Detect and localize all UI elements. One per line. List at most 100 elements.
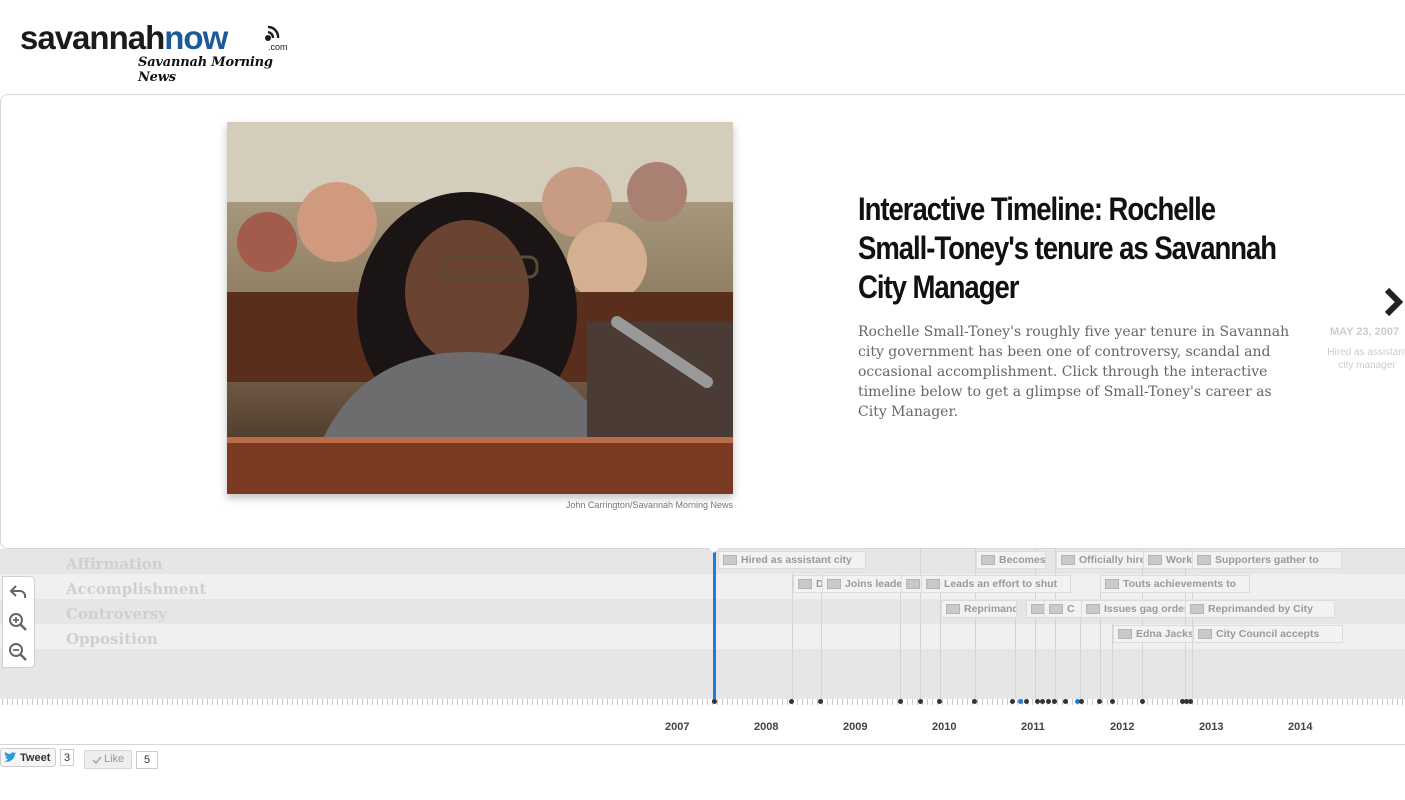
axis-tick bbox=[1167, 699, 1168, 705]
timeline-flag[interactable]: Joins leader bbox=[822, 575, 902, 593]
chevron-right-icon[interactable] bbox=[1384, 286, 1405, 318]
axis-tick bbox=[1352, 699, 1353, 705]
event-dot[interactable] bbox=[1046, 699, 1051, 704]
zoom-in-icon[interactable] bbox=[8, 612, 28, 632]
axis-tick bbox=[997, 699, 998, 705]
event-dot[interactable] bbox=[1110, 699, 1115, 704]
year-label-2011[interactable]: 2011 bbox=[1021, 721, 1045, 733]
like-button[interactable]: Like bbox=[84, 750, 132, 769]
zoom-out-icon[interactable] bbox=[8, 642, 28, 662]
timeline-flag[interactable]: Touts achievements to bbox=[1100, 575, 1250, 593]
event-dot[interactable] bbox=[1040, 699, 1045, 704]
axis-tick bbox=[757, 699, 758, 705]
axis-tick bbox=[92, 699, 93, 705]
timeline-flag[interactable]: C bbox=[1044, 600, 1084, 618]
timeline-flag[interactable]: Hired as assistant city bbox=[718, 551, 866, 569]
event-line bbox=[1185, 549, 1186, 699]
timeline-flag[interactable]: Issues gag order bbox=[1081, 600, 1187, 618]
timeline-flag[interactable]: City Council accepts bbox=[1193, 625, 1343, 643]
event-dot[interactable] bbox=[972, 699, 977, 704]
axis-tick bbox=[112, 699, 113, 705]
axis-tick bbox=[617, 699, 618, 705]
slide-description: Rochelle Small-Toney's roughly five year… bbox=[858, 324, 1290, 420]
timeline-flag[interactable]: Leads an effort to shut bbox=[921, 575, 1071, 593]
timeline-flag[interactable]: Work bbox=[1143, 551, 1193, 569]
event-dot[interactable] bbox=[712, 699, 717, 704]
event-dot[interactable] bbox=[937, 699, 942, 704]
event-dot[interactable] bbox=[1052, 699, 1057, 704]
next-slide-text[interactable]: Hired as assistant city manager bbox=[1322, 346, 1405, 372]
axis-tick bbox=[867, 699, 868, 705]
axis-tick bbox=[1372, 699, 1373, 705]
axis-tick bbox=[377, 699, 378, 705]
axis-tick bbox=[322, 699, 323, 705]
timeline-flag[interactable]: D bbox=[793, 575, 823, 593]
axis-tick bbox=[1032, 699, 1033, 705]
year-label-2009[interactable]: 2009 bbox=[843, 721, 867, 733]
axis-tick bbox=[812, 699, 813, 705]
tweet-button[interactable]: Tweet bbox=[0, 748, 56, 767]
year-label-2014[interactable]: 2014 bbox=[1288, 721, 1312, 733]
event-dot[interactable] bbox=[1079, 699, 1084, 704]
axis-tick bbox=[17, 699, 18, 705]
timeline-bands[interactable]: Affirmation Accomplishment Controversy O… bbox=[0, 549, 1405, 699]
event-dot[interactable] bbox=[1140, 699, 1145, 704]
event-dot[interactable] bbox=[1018, 699, 1023, 704]
axis-tick bbox=[777, 699, 778, 705]
event-dot[interactable] bbox=[1024, 699, 1029, 704]
event-dot[interactable] bbox=[918, 699, 923, 704]
next-slide-date[interactable]: MAY 23, 2007 bbox=[1330, 326, 1399, 338]
axis-tick bbox=[662, 699, 663, 705]
photo-thumb-icon bbox=[1118, 629, 1132, 639]
event-dot[interactable] bbox=[898, 699, 903, 704]
year-label-2012[interactable]: 2012 bbox=[1110, 721, 1134, 733]
event-dot[interactable] bbox=[1010, 699, 1015, 704]
year-label-2008[interactable]: 2008 bbox=[754, 721, 778, 733]
axis-tick bbox=[737, 699, 738, 705]
twitter-bird-icon bbox=[4, 752, 17, 762]
site-logo[interactable]: savannahnow .com Savannah Morning News bbox=[20, 18, 290, 85]
year-label-2013[interactable]: 2013 bbox=[1199, 721, 1223, 733]
axis-tick bbox=[567, 699, 568, 705]
axis-tick bbox=[1312, 699, 1313, 705]
axis-tick bbox=[682, 699, 683, 705]
timeline-flag[interactable]: Edna Jacks bbox=[1113, 625, 1193, 643]
axis-tick bbox=[297, 699, 298, 705]
axis-tick bbox=[977, 699, 978, 705]
axis-tick bbox=[652, 699, 653, 705]
timeline-flag[interactable]: Reprimanded by City bbox=[1185, 600, 1335, 618]
event-dot[interactable] bbox=[789, 699, 794, 704]
year-label-2010[interactable]: 2010 bbox=[932, 721, 956, 733]
event-dot[interactable] bbox=[1188, 699, 1193, 704]
axis-tick bbox=[1307, 699, 1308, 705]
axis-tick bbox=[1237, 699, 1238, 705]
axis-tick bbox=[1267, 699, 1268, 705]
timeline-flag[interactable]: Supporters gather to bbox=[1192, 551, 1342, 569]
event-dot[interactable] bbox=[1097, 699, 1102, 704]
band-label-affirmation: Affirmation bbox=[66, 555, 163, 573]
axis-tick bbox=[532, 699, 533, 705]
axis-tick bbox=[382, 699, 383, 705]
axis-tick bbox=[327, 699, 328, 705]
photo-thumb-icon bbox=[981, 555, 995, 565]
event-dot[interactable] bbox=[818, 699, 823, 704]
photo-credit: John Carrington/Savannah Morning News bbox=[565, 500, 733, 510]
back-arrow-icon[interactable] bbox=[8, 582, 28, 602]
timeline-axis[interactable]: 2007 2008 2009 2010 2011 2012 2013 2014 bbox=[0, 699, 1405, 745]
photo-thumb-icon bbox=[798, 579, 812, 589]
axis-tick bbox=[762, 699, 763, 705]
axis-tick bbox=[1057, 699, 1058, 705]
axis-tick bbox=[182, 699, 183, 705]
axis-tick bbox=[1152, 699, 1153, 705]
axis-tick bbox=[487, 699, 488, 705]
axis-tick bbox=[772, 699, 773, 705]
timeline-flag[interactable]: Reprimand bbox=[941, 600, 1017, 618]
axis-tick bbox=[677, 699, 678, 705]
year-label-2007[interactable]: 2007 bbox=[665, 721, 689, 733]
axis-tick bbox=[1217, 699, 1218, 705]
timeline-flag[interactable]: Becomes bbox=[976, 551, 1046, 569]
axis-tick bbox=[232, 699, 233, 705]
event-dot[interactable] bbox=[1063, 699, 1068, 704]
axis-tick bbox=[72, 699, 73, 705]
timeline-flag[interactable]: Officially hire bbox=[1056, 551, 1144, 569]
